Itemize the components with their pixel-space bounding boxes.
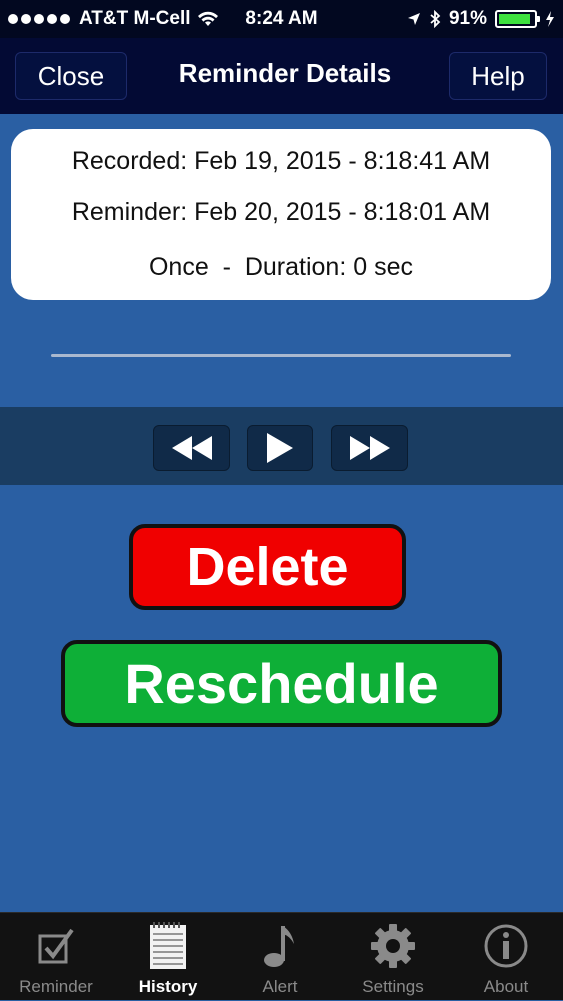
tab-history[interactable]: History — [112, 913, 224, 1001]
page-title: Reminder Details — [178, 58, 392, 88]
gear-icon — [371, 924, 415, 968]
bluetooth-icon — [430, 10, 441, 28]
reminder-date: Reminder: Feb 20, 2015 - 8:18:01 AM — [71, 198, 491, 226]
tab-alert[interactable]: Alert — [224, 913, 336, 1001]
rewind-icon — [171, 436, 212, 460]
tab-label: Settings — [362, 977, 424, 996]
tab-about[interactable]: About — [450, 913, 562, 1001]
navigation-bar: Close Reminder Details Help — [0, 38, 563, 114]
status-bar: AT&T M-Cell 8:24 AM 91% — [0, 0, 563, 38]
music-note-icon — [264, 926, 294, 967]
info-icon — [484, 924, 528, 968]
reminder-details-card: Recorded: Feb 19, 2015 - 8:18:41 AM Remi… — [11, 129, 551, 300]
fast-forward-icon — [349, 436, 390, 460]
tab-label: Alert — [262, 977, 298, 996]
reschedule-button[interactable]: Reschedule — [61, 640, 502, 727]
tab-label: History — [138, 977, 198, 996]
recorded-date: Recorded: Feb 19, 2015 - 8:18:41 AM — [71, 147, 491, 175]
battery-icon — [495, 10, 540, 28]
tab-label: Reminder — [19, 977, 93, 996]
location-arrow-icon — [407, 13, 420, 25]
tab-reminder[interactable]: Reminder — [0, 913, 112, 1001]
help-button[interactable]: Help — [449, 52, 547, 100]
fast-forward-button[interactable] — [331, 425, 408, 471]
battery-percent: 91% — [448, 8, 487, 29]
notepad-icon — [150, 922, 186, 969]
playback-controls — [0, 407, 563, 485]
tab-label: About — [483, 977, 529, 996]
playback-progress-track[interactable] — [51, 354, 511, 357]
play-button[interactable] — [247, 425, 313, 471]
tab-settings[interactable]: Settings — [337, 913, 449, 1001]
checkbox-icon — [38, 928, 74, 964]
delete-button[interactable]: Delete — [129, 524, 406, 610]
play-icon — [267, 433, 293, 463]
repeat-duration: Once - Duration: 0 sec — [148, 253, 413, 281]
charging-bolt-icon — [546, 11, 554, 27]
tab-bar: Reminder History Alert Settings About — [0, 912, 563, 1000]
close-button[interactable]: Close — [15, 52, 127, 100]
rewind-button[interactable] — [153, 425, 230, 471]
